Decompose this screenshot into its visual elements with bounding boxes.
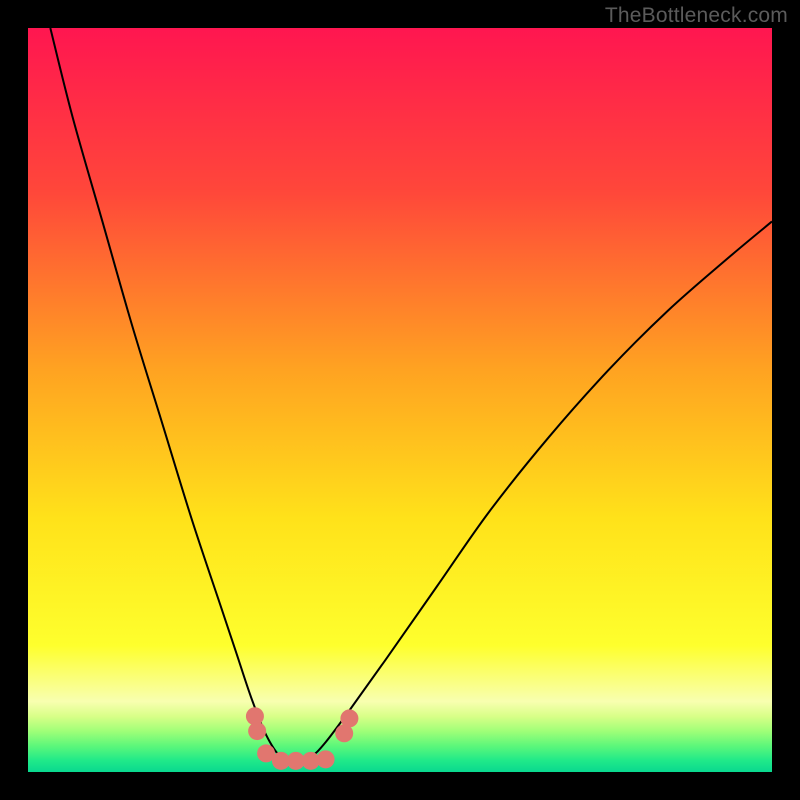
chart-plot-area: [28, 28, 772, 772]
watermark-text: TheBottleneck.com: [605, 4, 788, 28]
gradient-background: [28, 28, 772, 772]
dip-bead: [317, 750, 335, 768]
bottleneck-chart: [28, 28, 772, 772]
chart-frame: TheBottleneck.com: [0, 0, 800, 800]
dip-bead: [340, 709, 358, 727]
dip-bead: [248, 722, 266, 740]
